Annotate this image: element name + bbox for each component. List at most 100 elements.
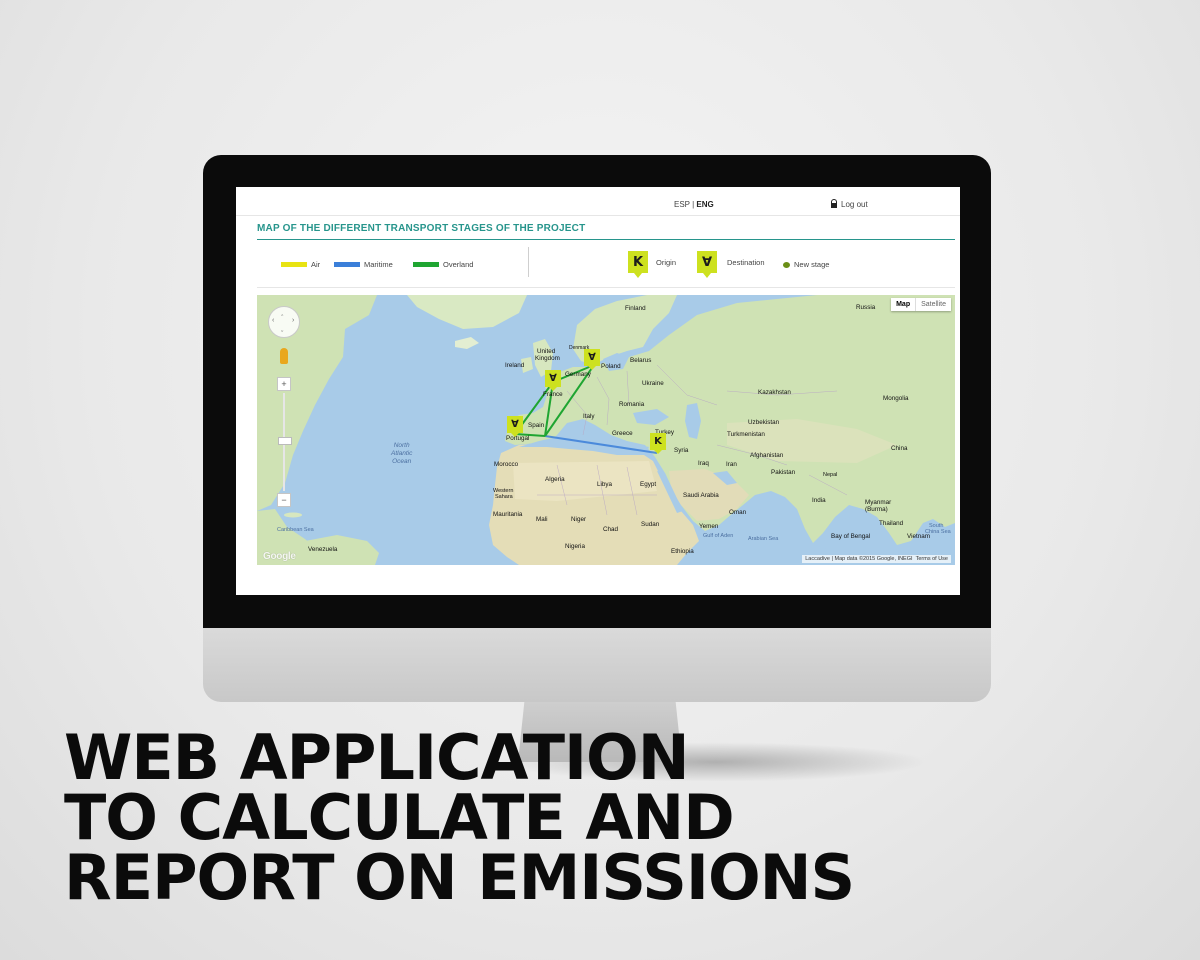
app-screen: ESP | ENG Log out MAP OF THE DIFFERENT T…	[236, 187, 960, 595]
terms-link[interactable]: Terms of Use	[916, 556, 948, 562]
legend-overland: Overland	[413, 260, 473, 269]
map-label: Finland	[625, 305, 646, 312]
legend-destination: ∀ Destination	[697, 251, 765, 278]
legend-origin: K Origin	[628, 251, 677, 278]
route-layer	[514, 364, 658, 454]
map-attribution: Laccadive | Map data ©2015 Google, INEGI…	[802, 555, 951, 563]
headline: WEB APPLICATION TO CALCULATE AND REPORT …	[64, 721, 855, 914]
air-swatch	[281, 262, 307, 267]
destination-marker[interactable]: ∀	[507, 416, 523, 437]
title-underline	[257, 239, 955, 240]
map-label: Turkmenistan	[727, 431, 765, 438]
map-type-toggle: Map Satellite	[891, 298, 951, 311]
map-label: Syria	[674, 447, 689, 454]
map-label: Venezuela	[308, 546, 338, 553]
map-data-text: Map data ©2015 Google, INEGI	[834, 556, 913, 562]
map-label: Gulf of Aden	[703, 533, 734, 539]
destination-marker[interactable]: ∀	[584, 349, 600, 370]
map-view-button[interactable]: Map	[891, 298, 916, 311]
legend-origin-label: Origin	[656, 257, 677, 267]
map-label: Iran	[726, 461, 737, 468]
lang-separator: |	[692, 200, 695, 209]
pan-control[interactable]: ‸ ‹ › ˬ	[268, 306, 300, 338]
monitor-chin	[203, 628, 991, 702]
zoom-out-button[interactable]: −	[277, 493, 291, 507]
legend-divider-line	[257, 287, 955, 288]
map-label: Ukraine	[642, 380, 664, 387]
legend-divider	[528, 247, 529, 277]
satellite-view-button[interactable]: Satellite	[915, 298, 951, 311]
map-label: Poland	[601, 363, 621, 370]
map-label: Russia	[856, 304, 876, 311]
legend-maritime: Maritime	[334, 260, 393, 269]
overland-swatch	[413, 262, 439, 267]
lock-icon	[831, 199, 837, 208]
map-label: Italy	[583, 413, 595, 420]
map-label: Pakistan	[771, 469, 796, 476]
legend-destination-label: Destination	[727, 257, 765, 267]
pan-right-icon[interactable]: ›	[292, 317, 294, 324]
map-label: Kazakhstan	[758, 389, 791, 396]
zoom-control: + −	[277, 377, 292, 507]
map-label: Mongolia	[883, 395, 909, 402]
legend-new-stage-label: New stage	[794, 260, 830, 269]
pan-up-icon[interactable]: ‸	[281, 308, 283, 316]
map-label: Greece	[612, 430, 633, 437]
map-label: China	[891, 445, 908, 452]
map-label: Morocco	[494, 461, 519, 468]
map-label: Libya	[597, 481, 613, 488]
map-label: Germany	[565, 371, 591, 378]
map-label: Belarus	[630, 357, 652, 364]
logout-link[interactable]: Log out	[831, 199, 868, 209]
map-label: Egypt	[640, 481, 657, 488]
map-label: (Burma)	[865, 506, 888, 513]
legend-new-stage[interactable]: New stage	[783, 260, 829, 269]
map-label: Arabian Sea	[748, 536, 779, 542]
destination-marker[interactable]: ∀	[545, 370, 561, 391]
map-label: Ireland	[505, 362, 525, 369]
destination-icon: ∀	[697, 251, 717, 278]
map-label: Oman	[729, 509, 747, 516]
legend-maritime-label: Maritime	[364, 260, 393, 269]
maritime-route	[544, 435, 658, 454]
map-label: Spain	[528, 422, 545, 429]
map-label: Sudan	[641, 521, 660, 528]
map-label: Sahara	[495, 494, 513, 500]
zoom-in-button[interactable]: +	[277, 377, 291, 391]
map-label: Chad	[603, 526, 619, 533]
street-view-pegman-icon[interactable]	[280, 348, 288, 364]
map-label: Thailand	[879, 520, 904, 527]
zoom-slider-track[interactable]	[278, 393, 292, 491]
map-label: Nigeria	[565, 543, 585, 550]
map-label: Bay of Bengal	[831, 533, 871, 540]
origin-marker[interactable]: K	[650, 433, 666, 454]
headline-line-1: WEB APPLICATION	[64, 721, 690, 794]
pan-down-icon[interactable]: ˬ	[281, 325, 283, 332]
pan-left-icon[interactable]: ‹	[272, 317, 274, 324]
origin-icon: K	[628, 251, 648, 278]
map-label: United	[537, 348, 556, 355]
map-label: Niger	[571, 516, 587, 523]
lang-eng-link[interactable]: ENG	[696, 200, 713, 209]
map-label: Caribbean Sea	[277, 527, 314, 533]
headline-line-3: REPORT ON EMISSIONS	[64, 841, 855, 914]
ocean-label: North Atlantic Ocean	[391, 442, 413, 465]
language-switcher: ESP | ENG	[674, 200, 714, 209]
lang-esp-link[interactable]: ESP	[674, 200, 690, 209]
logout-label: Log out	[841, 200, 868, 209]
map-label: Yemen	[699, 523, 719, 530]
legend-overland-label: Overland	[443, 260, 474, 269]
map-label: India	[812, 497, 826, 504]
legend-air: Air	[281, 260, 320, 269]
legend-air-label: Air	[311, 260, 321, 269]
map-label: France	[543, 391, 563, 398]
laccadive-label: Laccadive	[805, 556, 830, 562]
legend: Air Maritime Overland K Origin ∀ Destina…	[236, 247, 960, 287]
headline-line-2: TO CALCULATE AND	[64, 781, 735, 854]
header-divider	[236, 215, 960, 216]
map-label: Myanmar	[865, 499, 892, 506]
map-canvas[interactable]: Finland Russia United Kingdom Denmark Ir…	[257, 295, 955, 565]
google-logo: Google	[263, 551, 296, 562]
map-label: Ethiopia	[671, 548, 694, 555]
zoom-slider-handle[interactable]	[278, 437, 292, 445]
